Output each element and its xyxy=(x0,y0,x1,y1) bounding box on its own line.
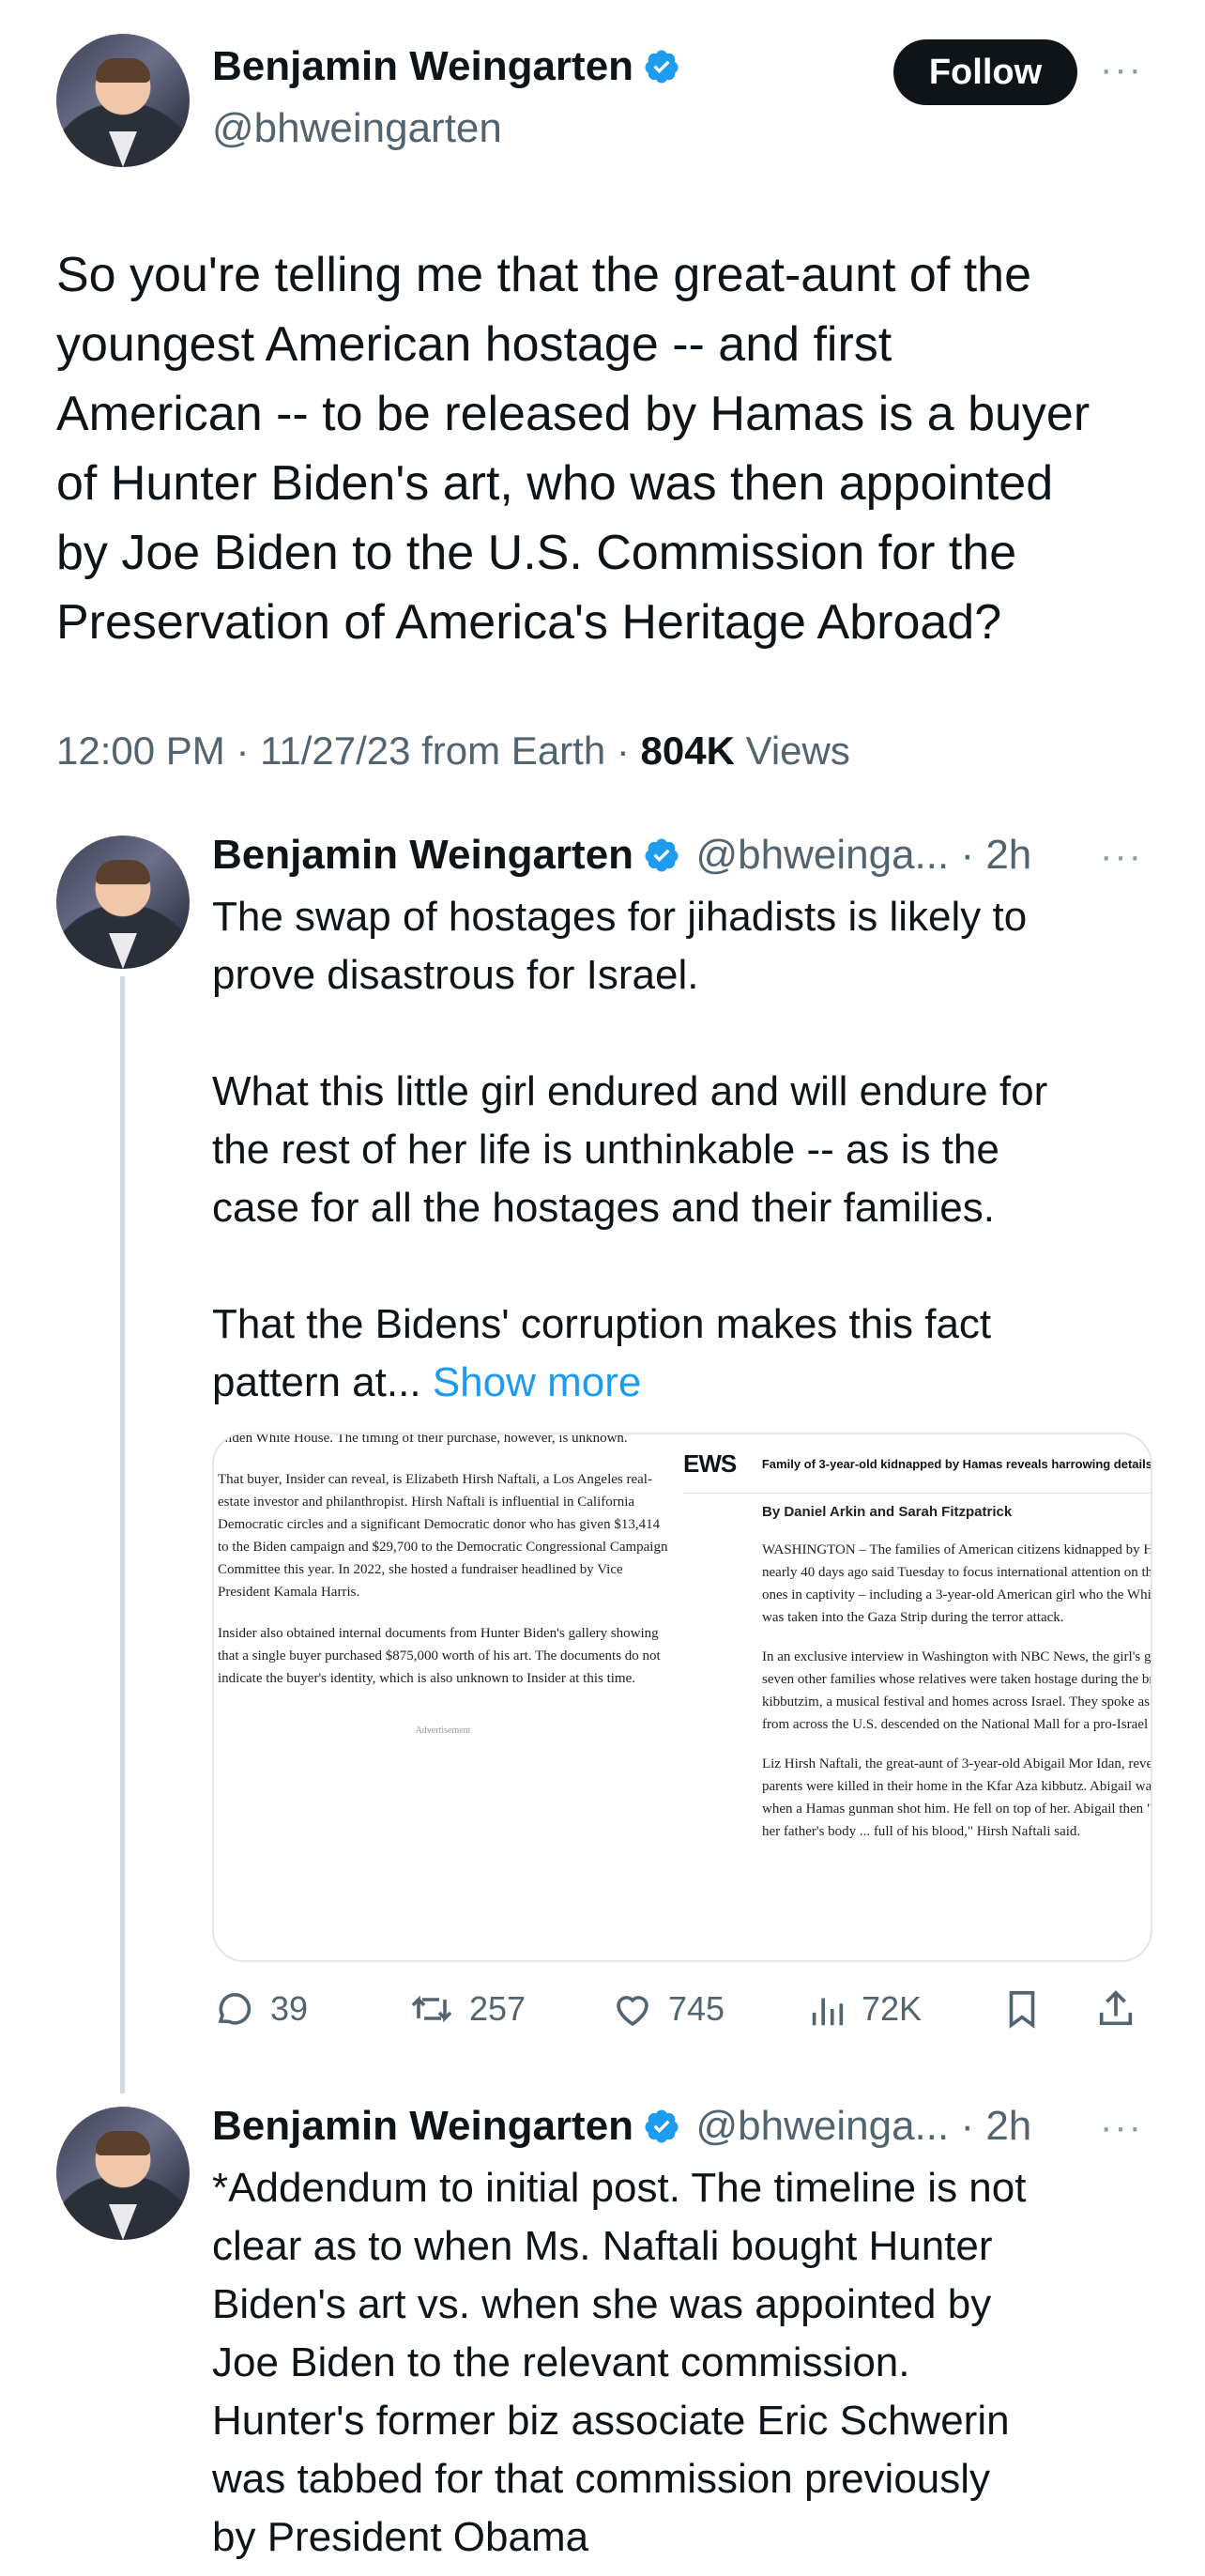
reply-author-name[interactable]: Benjamin Weingarten xyxy=(212,832,633,878)
analytics-icon xyxy=(812,1998,844,2026)
reply-button[interactable]: 39 xyxy=(212,1986,308,2032)
reply-handle-time[interactable]: @bhweinga... · 2h xyxy=(696,2103,1032,2149)
repost-icon xyxy=(411,1995,452,2023)
more-options-icon[interactable]: ··· xyxy=(1100,49,1143,91)
reply-header: Benjamin Weingarten @bhweinga... · 2h xyxy=(212,2103,1031,2150)
reply-more-options-icon[interactable]: ··· xyxy=(1100,2107,1143,2149)
reply-avatar[interactable] xyxy=(56,2107,190,2240)
verified-badge-icon xyxy=(645,2109,679,2143)
share-button[interactable] xyxy=(1094,1986,1151,2032)
article-left-column: ...iden White House. The timing of their… xyxy=(218,1433,668,1742)
like-count: 745 xyxy=(668,1989,725,2028)
author-avatar[interactable] xyxy=(56,34,190,167)
like-button[interactable]: 745 xyxy=(610,1986,725,2032)
author-name-row: Benjamin Weingarten xyxy=(212,43,680,90)
article-screenshot-media[interactable]: ...iden White House. The timing of their… xyxy=(212,1433,1152,1962)
news-brand: EWS xyxy=(683,1449,737,1478)
follow-button[interactable]: Follow xyxy=(893,39,1077,105)
reply-header: Benjamin Weingarten @bhweinga... · 2h xyxy=(212,832,1031,879)
reply-count: 39 xyxy=(270,1989,309,2028)
repost-button[interactable]: 257 xyxy=(407,1986,526,2032)
article-right-column: EWS Family of 3-year-old kidnapped by Ha… xyxy=(683,1434,1152,1960)
post-text: So you're telling me that the great-aunt… xyxy=(56,248,1091,650)
article-right-paragraph: Liz Hirsh Naftali, the great-aunt of 3-y… xyxy=(762,1756,1152,1839)
article-left-paragraph: Insider also obtained internal documents… xyxy=(218,1626,661,1686)
heart-icon xyxy=(617,1996,648,2027)
bookmark-icon xyxy=(1009,1990,1035,2029)
thread-connector-line xyxy=(120,976,125,2093)
author-handle[interactable]: @bhweingarten xyxy=(212,105,502,152)
comment-icon xyxy=(218,1993,252,2025)
views-button[interactable]: 72K xyxy=(805,1986,922,2032)
article-headline: Family of 3-year-old kidnapped by Hamas … xyxy=(761,1456,1152,1471)
post-timestamp[interactable]: 12:00 PM · 11/27/23 from Earth · xyxy=(56,728,641,773)
reply-more-options-icon[interactable]: ··· xyxy=(1100,836,1143,878)
reply-author-name[interactable]: Benjamin Weingarten xyxy=(212,2103,633,2149)
reply-text: The swap of hostages for jihadists is li… xyxy=(212,888,1169,1412)
repost-count: 257 xyxy=(469,1989,526,2028)
article-right-body: By Daniel Arkin and Sarah Fitzpatrick WA… xyxy=(683,1501,1152,1843)
views-label: Views xyxy=(734,728,850,773)
advertisement-label: Advertisement xyxy=(415,1725,471,1736)
verified-badge-icon xyxy=(645,50,679,84)
article-right-paragraph: WASHINGTON – The families of American ci… xyxy=(762,1542,1152,1625)
article-left-top: ...iden White House. The timing of their… xyxy=(218,1433,628,1446)
article-header-bar: EWS Family of 3-year-old kidnapped by Ha… xyxy=(683,1434,1152,1494)
article-right-paragraph: In an exclusive interview in Washington … xyxy=(762,1649,1152,1732)
reply-handle-time[interactable]: @bhweinga... · 2h xyxy=(696,832,1032,878)
author-name[interactable]: Benjamin Weingarten xyxy=(212,43,633,89)
reply-text: *Addendum to initial post. The timeline … xyxy=(212,2165,1027,2560)
reply-body: The swap of hostages for jihadists is li… xyxy=(212,894,1048,1405)
views-count: 72K xyxy=(862,1989,923,2028)
reply-action-bar: 39 257 745 72K xyxy=(212,1981,1151,2037)
post-metadata: 12:00 PM · 11/27/23 from Earth · 804K Vi… xyxy=(56,728,850,774)
article-byline: By Daniel Arkin and Sarah Fitzpatrick xyxy=(762,1504,1013,1520)
reply-avatar[interactable] xyxy=(56,836,190,969)
article-left-paragraph: That buyer, Insider can reveal, is Eliza… xyxy=(218,1472,668,1600)
bookmark-button[interactable] xyxy=(1000,1986,1057,2032)
share-icon xyxy=(1099,1990,1133,2026)
view-count: 804K xyxy=(640,728,735,773)
verified-badge-icon xyxy=(645,838,679,872)
show-more-link[interactable]: Show more xyxy=(433,1359,642,1405)
